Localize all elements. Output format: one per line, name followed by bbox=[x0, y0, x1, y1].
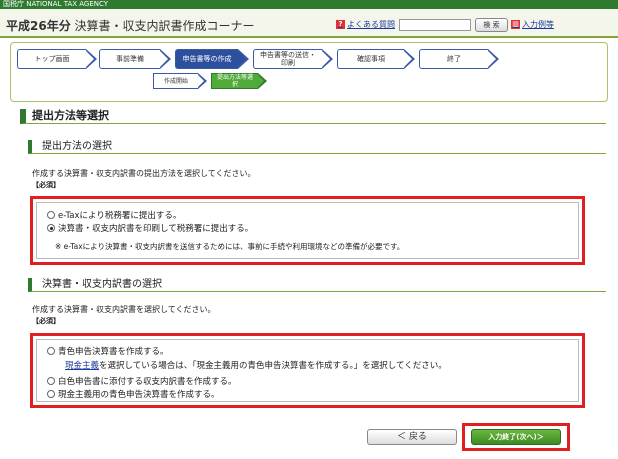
back-button[interactable]: ＜ 戻る bbox=[367, 429, 457, 445]
radio-cash[interactable] bbox=[47, 390, 55, 398]
header: 平成26年分 決算書・収支内訳書作成コーナー ? よくある質問 検 索 ▥ 入力例等 bbox=[0, 9, 618, 38]
question-icon: ? bbox=[336, 20, 345, 29]
step-label: 確認事項 bbox=[337, 49, 404, 69]
option-print[interactable]: 決算書・収支内訳書を印刷して税務署に提出する。 bbox=[47, 222, 253, 234]
faq-link[interactable]: ? よくある質問 bbox=[336, 19, 395, 30]
substep-arrow-fill bbox=[258, 75, 264, 87]
step-label: 申告書等の作成 bbox=[175, 49, 238, 69]
help-link[interactable]: ▥ 入力例等 bbox=[511, 19, 554, 30]
next-button[interactable]: 入力終了(次へ)＞ bbox=[471, 429, 561, 445]
substep-label: 作成開始 bbox=[153, 73, 198, 89]
doc-options-inner: 青色申告決算書を作成する。 現金主義を選択している場合は、「現金主義用の青色申告… bbox=[36, 339, 579, 402]
doc-title: 決算書・収支内訳書の選択 bbox=[28, 278, 606, 292]
step-send: 申告書等の送信・印刷 bbox=[253, 49, 333, 69]
radio-blue[interactable] bbox=[47, 347, 55, 355]
title-rest: 決算書・収支内訳書作成コーナー bbox=[70, 19, 255, 33]
doc-required: 【必須】 bbox=[32, 317, 60, 325]
agency-bar: 国税庁 NATIONAL TAX AGENCY bbox=[0, 0, 618, 9]
step-arrow-fill bbox=[238, 51, 246, 67]
step-prep: 事前準備 bbox=[99, 49, 171, 69]
option-cash[interactable]: 現金主義用の青色申告決算書を作成する。 bbox=[47, 388, 220, 400]
title-year: 平成26年分 bbox=[6, 19, 71, 33]
substep-method: 提出方法等選択 bbox=[211, 73, 267, 89]
method-options-box: e-Taxにより税務署に提出する。 決算書・収支内訳書を印刷して税務署に提出する… bbox=[30, 196, 585, 265]
method-options-inner: e-Taxにより税務署に提出する。 決算書・収支内訳書を印刷して税務署に提出する… bbox=[36, 202, 579, 259]
option-etax[interactable]: e-Taxにより税務署に提出する。 bbox=[47, 209, 181, 221]
step-arrow-fill bbox=[86, 51, 94, 67]
search-button[interactable]: 検 索 bbox=[475, 18, 508, 32]
step-label: トップ画面 bbox=[17, 49, 86, 69]
step-confirm: 確認事項 bbox=[337, 49, 415, 69]
option-white[interactable]: 白色申告書に添付する収支内訳書を作成する。 bbox=[47, 375, 237, 387]
step-arrow-fill bbox=[322, 51, 330, 67]
search-input[interactable] bbox=[399, 19, 471, 31]
substep-label: 提出方法等選択 bbox=[211, 73, 258, 89]
doc-desc: 作成する決算書・収支内訳書を選択してください。 bbox=[32, 305, 216, 314]
cash-basis-link[interactable]: 現金主義 bbox=[65, 361, 99, 371]
option-etax-label: e-Taxにより税務署に提出する。 bbox=[58, 211, 182, 221]
cash-basis-note-text: を選択している場合は、「現金主義用の青色申告決算書を作成する。」を選択してくださ… bbox=[99, 361, 447, 371]
option-blue-label: 青色申告決算書を作成する。 bbox=[58, 347, 169, 357]
doc-options-box: 青色申告決算書を作成する。 現金主義を選択している場合は、「現金主義用の青色申告… bbox=[30, 333, 585, 408]
substep-start: 作成開始 bbox=[153, 73, 207, 89]
step-label: 申告書等の送信・印刷 bbox=[253, 49, 322, 69]
page-title: 平成26年分 決算書・収支内訳書作成コーナー bbox=[6, 17, 255, 34]
option-blue[interactable]: 青色申告決算書を作成する。 bbox=[47, 345, 169, 357]
method-desc: 作成する決算書・収支内訳書の提出方法を選択してください。 bbox=[32, 169, 256, 178]
step-arrow-fill bbox=[404, 51, 412, 67]
step-label: 事前準備 bbox=[99, 49, 160, 69]
step-label: 終了 bbox=[419, 49, 488, 69]
method-required: 【必須】 bbox=[32, 181, 60, 189]
method-title: 提出方法の選択 bbox=[28, 140, 606, 154]
step-arrow-fill bbox=[488, 51, 496, 67]
next-button-highlight: 入力終了(次へ)＞ bbox=[462, 423, 570, 451]
step-arrow-fill bbox=[160, 51, 168, 67]
step-create: 申告書等の作成 bbox=[175, 49, 249, 69]
section-title: 提出方法等選択 bbox=[20, 109, 606, 124]
radio-white[interactable] bbox=[47, 377, 55, 385]
step-finish: 終了 bbox=[419, 49, 499, 69]
radio-etax[interactable] bbox=[47, 211, 55, 219]
option-white-label: 白色申告書に添付する収支内訳書を作成する。 bbox=[58, 377, 237, 387]
substep-arrow-fill bbox=[198, 75, 204, 87]
book-icon: ▥ bbox=[511, 20, 520, 29]
option-print-label: 決算書・収支内訳書を印刷して税務署に提出する。 bbox=[58, 224, 254, 234]
radio-print[interactable] bbox=[47, 224, 55, 232]
step-top: トップ画面 bbox=[17, 49, 97, 69]
option-cash-label: 現金主義用の青色申告決算書を作成する。 bbox=[58, 390, 220, 400]
faq-label: よくある質問 bbox=[347, 20, 395, 29]
help-label: 入力例等 bbox=[522, 20, 554, 29]
etax-note: ※ e-Taxにより決算書・収支内訳書を送信するためには、事前に手続や利用環境な… bbox=[55, 242, 405, 251]
progress-steps: トップ画面 事前準備 申告書等の作成 申告書等の送信・印刷 確認事項 終了 作成… bbox=[10, 42, 608, 102]
cash-basis-note: 現金主義を選択している場合は、「現金主義用の青色申告決算書を作成する。」を選択し… bbox=[65, 359, 447, 371]
